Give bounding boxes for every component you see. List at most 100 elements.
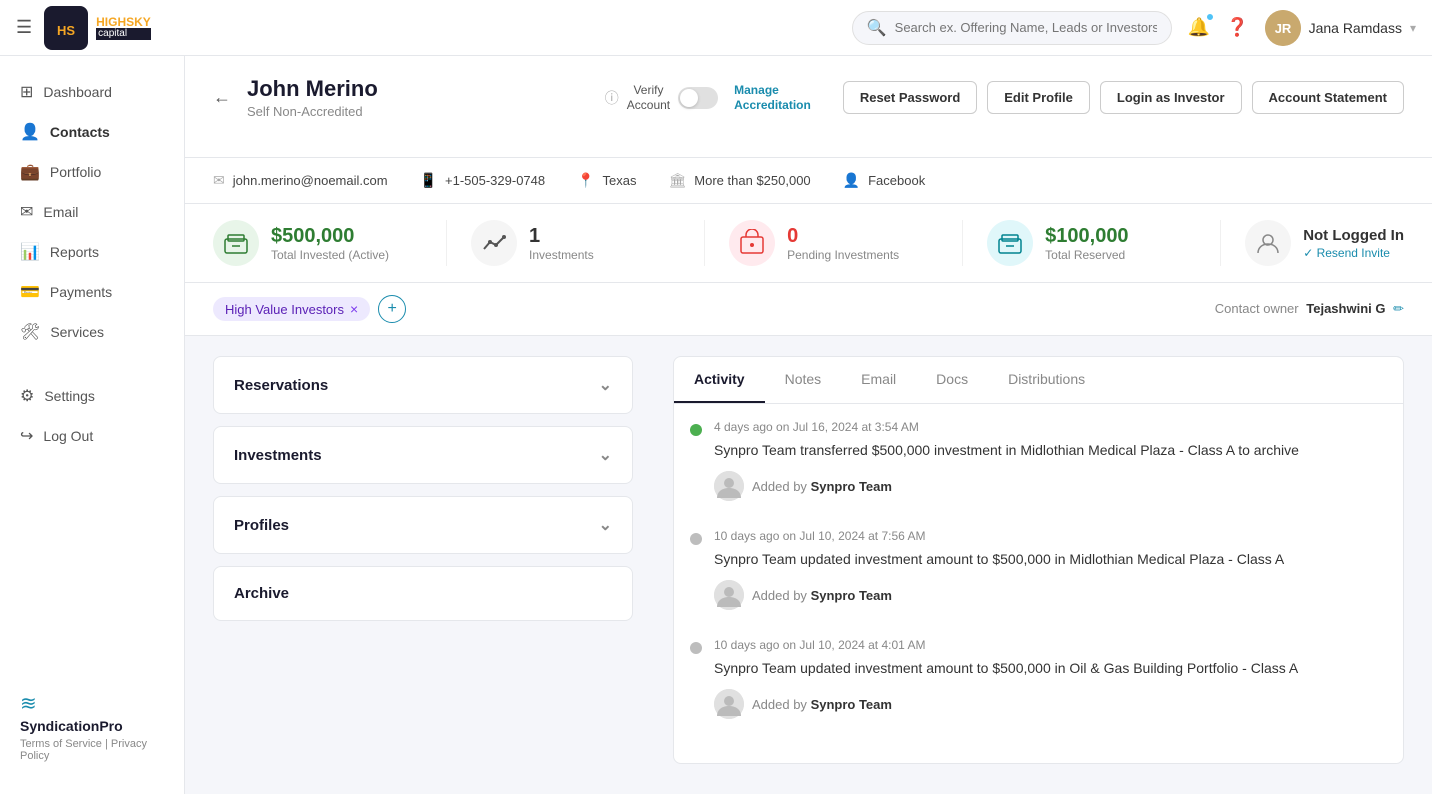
menu-icon[interactable]: ☰ xyxy=(16,17,32,38)
stat-pending-content: 0 Pending Investments xyxy=(787,225,899,262)
owner-edit-icon[interactable]: ✏ xyxy=(1393,301,1404,316)
verify-block: ⓘ Verify Account Manage Accreditation xyxy=(605,83,811,112)
investments-chevron: ⌄ xyxy=(599,445,612,465)
contacts-icon: 👤 xyxy=(20,122,40,142)
location-value: Texas xyxy=(603,173,637,188)
account-statement-button[interactable]: Account Statement xyxy=(1252,81,1404,114)
sidebar-item-settings[interactable]: ⚙ Settings xyxy=(0,376,184,416)
verify-toggle[interactable] xyxy=(678,87,718,109)
tag-chip-high-value: High Value Investors × xyxy=(213,297,370,321)
payments-icon: 💳 xyxy=(20,282,40,302)
logo-text: HIGHSKY capital xyxy=(96,16,151,40)
tab-notes[interactable]: Notes xyxy=(765,357,842,403)
sidebar-label-services: Services xyxy=(50,324,104,340)
investments-value: 1 xyxy=(529,225,594,248)
syndication-logo: ≋ SyndicationPro Terms of Service | Priv… xyxy=(20,691,164,762)
stats-row: $500,000 Total Invested (Active) 1 Inves… xyxy=(185,204,1432,283)
tags-left: High Value Investors × + xyxy=(213,295,406,323)
login-status-icon xyxy=(1245,220,1291,266)
edit-profile-button[interactable]: Edit Profile xyxy=(987,81,1090,114)
email-icon: ✉ xyxy=(20,202,33,222)
activity-item-2: 10 days ago on Jul 10, 2024 at 7:56 AM S… xyxy=(690,529,1387,610)
sidebar-item-logout[interactable]: ↪ Log Out xyxy=(0,416,184,456)
sidebar-item-email[interactable]: ✉ Email xyxy=(0,192,184,232)
login-status-value: Not Logged In xyxy=(1303,227,1404,244)
services-icon: 🛠 xyxy=(20,322,40,342)
reports-icon: 📊 xyxy=(20,242,40,262)
activity-user-1: Added by Synpro Team xyxy=(714,471,1387,501)
stat-investments-content: 1 Investments xyxy=(529,225,594,262)
sidebar-label-logout: Log Out xyxy=(43,428,93,444)
tab-activity[interactable]: Activity xyxy=(674,357,765,403)
content-body: Reservations ⌄ Investments ⌄ Profiles ⌄ xyxy=(185,336,1432,784)
svg-text:JR: JR xyxy=(1274,21,1291,36)
investments-header[interactable]: Investments ⌄ xyxy=(214,427,632,483)
profile-subtitle: Self Non-Accredited xyxy=(247,104,589,119)
total-invested-icon xyxy=(213,220,259,266)
tags-row: High Value Investors × + Contact owner T… xyxy=(185,283,1432,336)
back-button[interactable]: ← xyxy=(213,87,231,108)
sidebar-label-reports: Reports xyxy=(50,244,99,260)
reserved-label: Total Reserved xyxy=(1045,248,1128,262)
sidebar-footer: ≋ SyndicationPro Terms of Service | Priv… xyxy=(0,675,184,778)
sidebar-item-dashboard[interactable]: ⊞ Dashboard xyxy=(0,72,184,112)
sidebar-label-email: Email xyxy=(43,204,78,220)
sidebar-label-contacts: Contacts xyxy=(50,124,110,140)
activity-list: 4 days ago on Jul 16, 2024 at 3:54 AM Sy… xyxy=(674,404,1403,763)
total-invested-value: $500,000 xyxy=(271,225,389,248)
activity-added-by-1: Added by Synpro Team xyxy=(752,479,892,494)
activity-time-2: 10 days ago on Jul 10, 2024 at 7:56 AM xyxy=(714,529,1387,543)
phone-value: +1-505-329-0748 xyxy=(445,173,545,188)
activity-dot-green xyxy=(690,424,702,436)
investments-label: Investments xyxy=(234,447,322,464)
activity-user-2: Added by Synpro Team xyxy=(714,580,1387,610)
activity-added-by-2: Added by Synpro Team xyxy=(752,588,892,603)
resend-invite-link[interactable]: ✓ Resend Invite xyxy=(1303,246,1404,260)
sidebar-footer-links: Terms of Service | Privacy Policy xyxy=(20,738,164,762)
search-icon: 🔍 xyxy=(867,18,887,38)
stat-login-content: Not Logged In ✓ Resend Invite xyxy=(1303,227,1404,260)
add-tag-button[interactable]: + xyxy=(378,295,406,323)
archive-header[interactable]: Archive xyxy=(214,567,632,620)
sidebar-item-contacts[interactable]: 👤 Contacts xyxy=(0,112,184,152)
activity-time-3: 10 days ago on Jul 10, 2024 at 4:01 AM xyxy=(714,638,1387,652)
login-as-investor-button[interactable]: Login as Investor xyxy=(1100,81,1242,114)
toggle-knob xyxy=(680,89,698,107)
tab-docs[interactable]: Docs xyxy=(916,357,988,403)
reset-password-button[interactable]: Reset Password xyxy=(843,81,977,114)
reserved-value: $100,000 xyxy=(1045,225,1128,248)
profile-name: John Merino xyxy=(247,76,589,102)
user-menu[interactable]: JR Jana Ramdass ▾ xyxy=(1265,10,1416,46)
source-value: Facebook xyxy=(868,173,925,188)
reservations-header[interactable]: Reservations ⌄ xyxy=(214,357,632,413)
search-input[interactable] xyxy=(895,20,1157,35)
profiles-label: Profiles xyxy=(234,517,289,534)
portfolio-icon: 💼 xyxy=(20,162,40,182)
total-invested-label: Total Invested (Active) xyxy=(271,248,389,262)
help-icon[interactable]: ❓ xyxy=(1226,17,1248,38)
terms-link[interactable]: Terms of Service xyxy=(20,738,102,750)
logo: HS HIGHSKY capital xyxy=(44,6,151,50)
sidebar-item-payments[interactable]: 💳 Payments xyxy=(0,272,184,312)
sidebar-item-reports[interactable]: 📊 Reports xyxy=(0,232,184,272)
activity-added-by-3: Added by Synpro Team xyxy=(752,697,892,712)
tab-email[interactable]: Email xyxy=(841,357,916,403)
profile-name-block: John Merino Self Non-Accredited xyxy=(247,76,589,119)
stat-investments: 1 Investments xyxy=(471,220,705,266)
search-box[interactable]: 🔍 xyxy=(852,11,1172,45)
tag-remove-button[interactable]: × xyxy=(350,301,358,317)
sidebar-item-services[interactable]: 🛠 Services xyxy=(0,312,184,352)
tab-distributions[interactable]: Distributions xyxy=(988,357,1105,403)
sidebar-item-portfolio[interactable]: 💼 Portfolio xyxy=(0,152,184,192)
notification-icon[interactable]: 🔔 xyxy=(1188,17,1210,38)
top-nav: ☰ HS HIGHSKY capital 🔍 🔔 ❓ JR Jana Ramda… xyxy=(0,0,1432,56)
username: Jana Ramdass xyxy=(1309,20,1402,36)
manage-accreditation-link[interactable]: Manage Accreditation xyxy=(734,83,811,112)
activity-user-3: Added by Synpro Team xyxy=(714,689,1387,719)
sidebar: ⊞ Dashboard 👤 Contacts 💼 Portfolio ✉ Ema… xyxy=(0,56,185,794)
phone-icon: 📱 xyxy=(420,172,437,189)
sidebar-label-portfolio: Portfolio xyxy=(50,164,101,180)
activity-content-1: 4 days ago on Jul 16, 2024 at 3:54 AM Sy… xyxy=(714,420,1387,501)
profiles-header[interactable]: Profiles ⌄ xyxy=(214,497,632,553)
investments-label: Investments xyxy=(529,248,594,262)
